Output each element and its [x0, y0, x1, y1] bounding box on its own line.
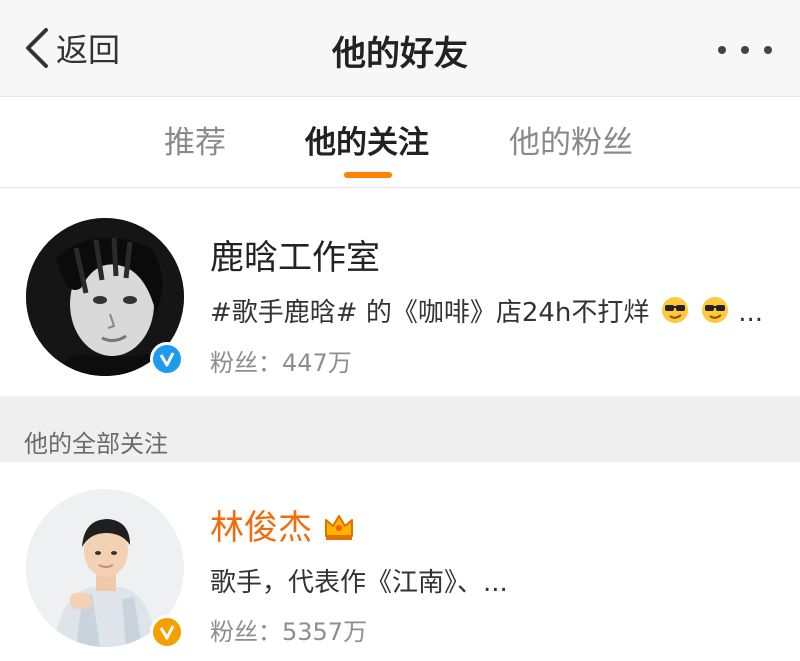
- section-header: 他的全部关注: [0, 396, 800, 462]
- user-description: 歌手，代表作《江南》、...: [210, 568, 508, 598]
- account-name[interactable]: 鹿晗工作室: [210, 230, 380, 279]
- sunglasses-emoji: [661, 297, 688, 323]
- tab-his-fans[interactable]: 他的粉丝: [509, 117, 633, 162]
- list-item[interactable]: 林俊杰 歌手，代表作《江南》、... 粉丝：5357万: [0, 462, 800, 661]
- featured-account-row[interactable]: 鹿晗工作室 #歌手鹿晗# 的《咖啡》店24h不打烊 ... 粉丝：447万: [0, 188, 800, 396]
- tab-recommend[interactable]: 推荐: [164, 117, 226, 162]
- section-label: 他的全部关注: [24, 430, 168, 458]
- more-icon: [718, 46, 726, 54]
- tab-bar: 推荐 他的关注 他的粉丝: [0, 97, 800, 188]
- description-ellipsis: ...: [738, 298, 763, 328]
- user-name-text: 林俊杰: [210, 508, 312, 548]
- more-button[interactable]: [718, 30, 772, 70]
- account-description: #歌手鹿晗# 的《咖啡》店24h不打烊 ...: [210, 292, 763, 329]
- fans-count: 粉丝：447万: [210, 349, 352, 377]
- top-nav-bar: 返回 他的好友: [0, 0, 800, 97]
- blue-verified-icon: [150, 342, 184, 376]
- more-icon: [741, 46, 749, 54]
- crown-icon: [324, 515, 353, 540]
- tab-his-following[interactable]: 他的关注: [305, 117, 429, 162]
- sunglasses-emoji: [701, 297, 728, 323]
- description-text: #歌手鹿晗# 的《咖啡》店24h不打烊: [210, 298, 650, 328]
- page-title: 他的好友: [332, 34, 468, 74]
- gold-verified-icon: [150, 615, 184, 649]
- user-name[interactable]: 林俊杰: [210, 500, 355, 549]
- fans-count: 粉丝：5357万: [210, 618, 368, 646]
- active-tab-indicator: [344, 172, 392, 178]
- more-icon: [764, 46, 772, 54]
